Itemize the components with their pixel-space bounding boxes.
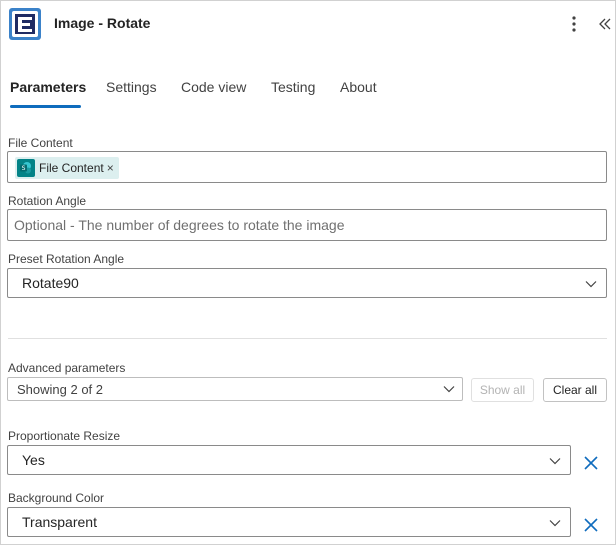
advanced-parameters-select[interactable]: Showing 2 of 2 — [7, 377, 463, 401]
tab-testing[interactable]: Testing — [271, 79, 315, 95]
file-content-token[interactable]: S File Content × — [15, 157, 119, 179]
preset-rotation-angle-select[interactable]: Rotate90 — [7, 268, 607, 298]
clear-all-button[interactable]: Clear all — [543, 378, 607, 402]
more-options-button[interactable] — [564, 14, 584, 34]
chevron-down-icon — [549, 458, 561, 465]
background-color-label: Background Color — [8, 491, 105, 505]
proportionate-resize-value: Yes — [22, 452, 45, 468]
background-color-select[interactable]: Transparent — [7, 507, 571, 537]
rotation-angle-label: Rotation Angle — [8, 194, 87, 208]
chevron-down-icon — [549, 520, 561, 527]
more-vertical-icon — [572, 16, 576, 32]
tab-about[interactable]: About — [340, 79, 377, 95]
page-title: Image - Rotate — [54, 15, 151, 31]
rotation-angle-input[interactable]: Optional - The number of degrees to rota… — [7, 209, 607, 241]
proportionate-resize-label: Proportionate Resize — [8, 429, 121, 443]
double-chevron-left-icon — [599, 18, 611, 30]
close-icon — [584, 518, 598, 532]
file-content-label: File Content — [8, 136, 73, 150]
show-all-button[interactable]: Show all — [471, 378, 534, 402]
remove-background-color-button[interactable] — [582, 516, 600, 534]
rotation-angle-placeholder: Optional - The number of degrees to rota… — [14, 217, 345, 233]
svg-text:S: S — [22, 165, 26, 172]
collapse-panel-button[interactable] — [596, 15, 614, 33]
action-panel: Image - Rotate Parameters Settings Code … — [0, 0, 616, 545]
sharepoint-icon: S — [17, 159, 35, 177]
tab-settings[interactable]: Settings — [106, 79, 157, 95]
advanced-parameters-value: Showing 2 of 2 — [17, 382, 104, 397]
tab-parameters[interactable]: Parameters — [10, 79, 86, 95]
token-label: File Content — [39, 161, 104, 175]
active-tab-indicator — [10, 105, 81, 108]
encodian-logo-icon — [9, 8, 41, 40]
remove-proportionate-resize-button[interactable] — [582, 454, 600, 472]
background-color-value: Transparent — [22, 514, 97, 530]
preset-rotation-angle-label: Preset Rotation Angle — [8, 252, 125, 266]
tab-code-view[interactable]: Code view — [181, 79, 246, 95]
chevron-down-icon — [443, 386, 455, 393]
file-content-field[interactable]: S File Content × — [7, 151, 607, 183]
chevron-down-icon — [585, 281, 597, 288]
close-icon — [584, 456, 598, 470]
advanced-parameters-label: Advanced parameters — [8, 361, 126, 375]
tab-bar: Parameters Settings Code view Testing Ab… — [1, 77, 616, 109]
preset-rotation-angle-value: Rotate90 — [22, 275, 79, 291]
section-divider — [8, 338, 607, 339]
token-remove-button[interactable]: × — [107, 161, 114, 175]
proportionate-resize-select[interactable]: Yes — [7, 445, 571, 475]
